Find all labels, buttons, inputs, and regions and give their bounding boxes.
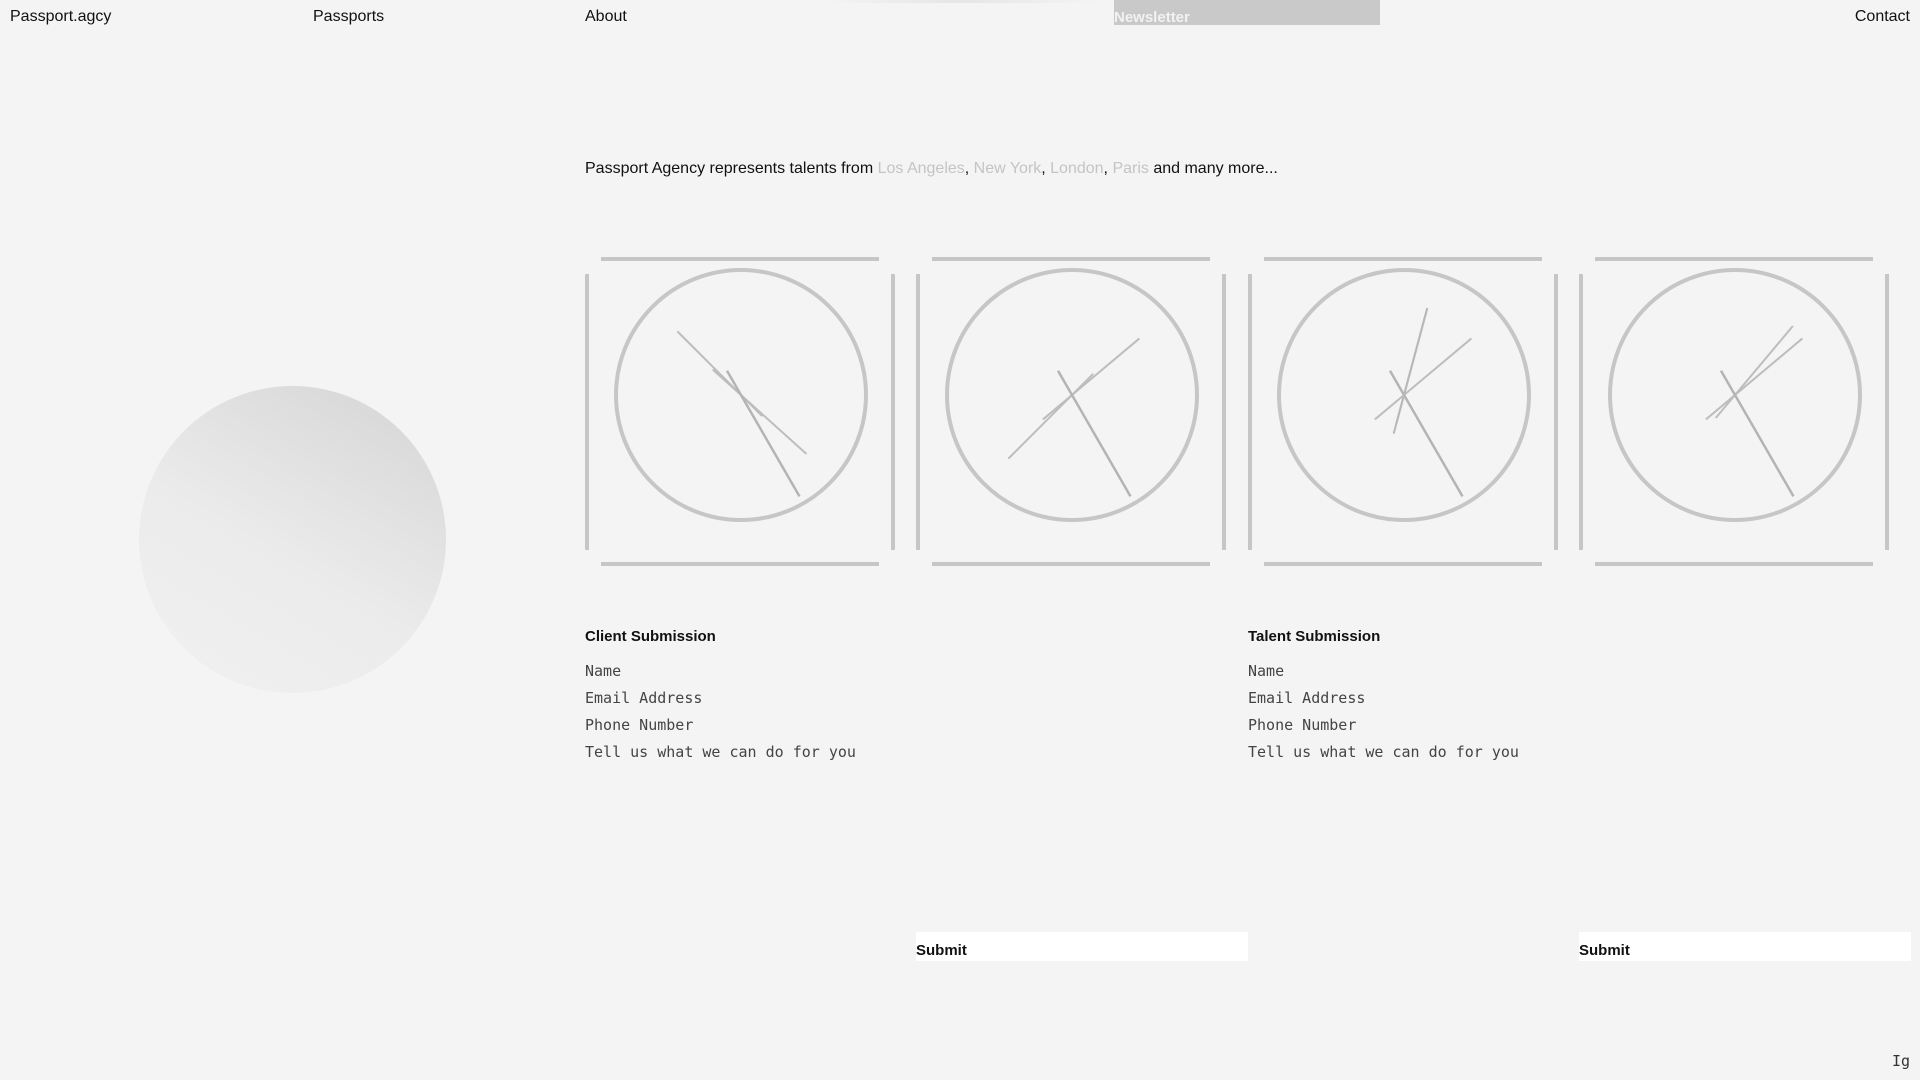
client-submit-label: Submit [916,942,967,959]
frame-bar-right [1885,274,1889,550]
intro-text: Passport Agency represents talents from … [585,160,1278,178]
clock-minute-hand [1705,337,1804,421]
nav-about-link[interactable]: About [585,8,627,26]
client-form-title: Client Submission [585,628,716,645]
city-separator: , [964,160,974,177]
clock-second-hand [725,370,801,497]
client-email-input[interactable] [585,689,905,707]
clock-illustration [1248,257,1558,566]
frame-bar-bottom [932,562,1210,566]
frame-bar-right [891,274,895,550]
clock-card-1 [585,256,898,569]
talent-submit-button[interactable]: Submit [1579,932,1911,961]
clock-card-4 [1579,256,1892,569]
top-fade-decoration [820,0,1100,3]
intro-prefix: Passport Agency represents talents from [585,160,878,177]
client-submission-form: Client Submission [585,628,1245,770]
client-phone-input[interactable] [585,716,905,734]
gradient-orb [139,386,446,693]
clock-illustration [916,257,1226,566]
nav-newsletter-link[interactable]: Newsletter [1114,9,1190,26]
talent-submit-label: Submit [1579,942,1630,959]
nav-contact-link[interactable]: Contact [1855,8,1910,26]
frame-bar-top [601,257,879,261]
city-los-angeles: Los Angeles [877,160,965,177]
talent-name-input[interactable] [1248,662,1568,680]
talent-submission-form: Talent Submission [1248,628,1908,770]
frame-bar-top [932,257,1210,261]
talent-form-title: Talent Submission [1248,628,1381,645]
clock-hour-hand [1007,373,1094,460]
frame-bar-bottom [1595,562,1873,566]
clock-second-hand [1056,370,1132,497]
clock-minute-hand [1042,337,1141,421]
talent-phone-input[interactable] [1248,716,1568,734]
frame-bar-left [916,274,920,550]
clock-minute-hand [1374,337,1473,421]
frame-bar-top [1264,257,1542,261]
clock-second-hand [1388,370,1464,497]
clock-minute-hand [712,368,808,455]
clock-illustration [585,257,895,566]
city-new-york: New York [973,160,1042,177]
logo-link[interactable]: Passport.agcy [10,8,111,26]
frame-bar-bottom [1264,562,1542,566]
frame-bar-top [1595,257,1873,261]
talent-email-input[interactable] [1248,689,1568,707]
frame-bar-left [1579,274,1583,550]
clock-card-3 [1248,256,1561,569]
clock-second-hand [1719,370,1795,497]
nav-passports-link[interactable]: Passports [313,8,384,26]
frame-bar-right [1222,274,1226,550]
clock-card-2 [916,256,1229,569]
clock-hour-hand [1714,325,1794,419]
city-paris: Paris [1112,160,1149,177]
frame-bar-right [1554,274,1558,550]
clock-extra-hand [1392,307,1429,434]
newsletter-highlight[interactable]: Newsletter [1114,0,1380,26]
instagram-link[interactable]: Ig [1892,1052,1910,1070]
frame-bar-left [585,274,589,550]
intro-suffix: and many more... [1148,160,1278,177]
talent-message-input[interactable] [1248,743,1668,761]
frame-bar-bottom [601,562,879,566]
city-separator: , [1041,160,1051,177]
client-name-input[interactable] [585,662,905,680]
city-london: London [1050,160,1104,177]
frame-bar-left [1248,274,1252,550]
clock-illustration [1579,257,1889,566]
client-submit-button[interactable]: Submit [916,932,1248,961]
client-message-input[interactable] [585,743,1005,761]
